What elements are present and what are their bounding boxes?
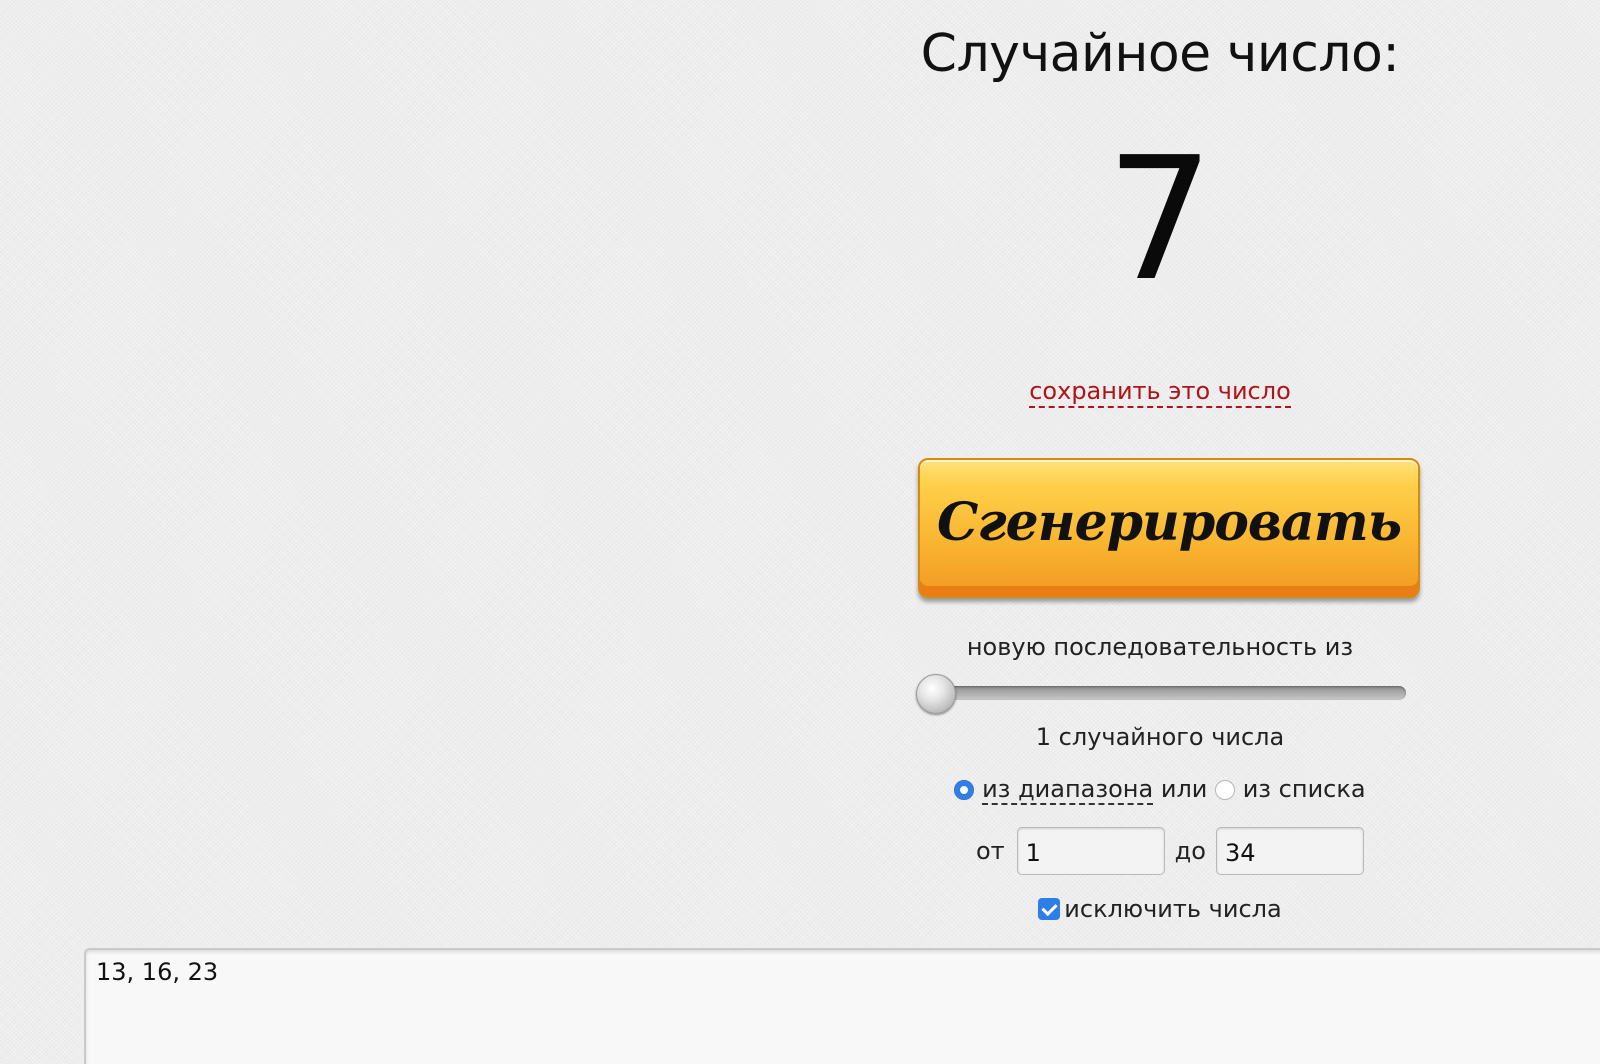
range-radio[interactable] [954, 780, 975, 800]
or-text: или [1160, 775, 1208, 803]
save-link-container: сохранить это число [920, 376, 1400, 408]
random-number-result: 7 [1105, 121, 1215, 319]
range-inputs: от до [976, 826, 1364, 876]
range-mode-link[interactable]: из диапазона [982, 775, 1154, 805]
page-title: Случайное число: [920, 24, 1400, 84]
save-number-link[interactable]: сохранить это число [1029, 377, 1291, 408]
from-label: от [976, 837, 1005, 865]
sequence-label: новую последовательность из [966, 633, 1354, 661]
from-input[interactable] [1016, 827, 1165, 875]
slider-track[interactable] [928, 686, 1406, 700]
generate-button-label: Сгенерировать [936, 491, 1402, 553]
excluded-numbers-textarea[interactable]: 13, 16, 23 [84, 948, 1600, 1064]
exclude-label[interactable]: исключить числа [1064, 895, 1281, 923]
list-radio[interactable] [1215, 780, 1236, 800]
to-input[interactable] [1215, 827, 1364, 875]
count-slider[interactable] [916, 674, 1406, 714]
exclude-option: исключить числа [920, 894, 1400, 924]
to-label: до [1174, 837, 1206, 865]
count-label: 1 случайного числа [1035, 723, 1285, 751]
exclude-checkbox[interactable] [1038, 898, 1061, 920]
mode-selector: из диапазона или из списка [920, 774, 1400, 805]
list-mode-label[interactable]: из списка [1243, 775, 1366, 803]
slider-thumb[interactable] [916, 674, 956, 714]
generate-button[interactable]: Сгенерировать [918, 458, 1420, 598]
